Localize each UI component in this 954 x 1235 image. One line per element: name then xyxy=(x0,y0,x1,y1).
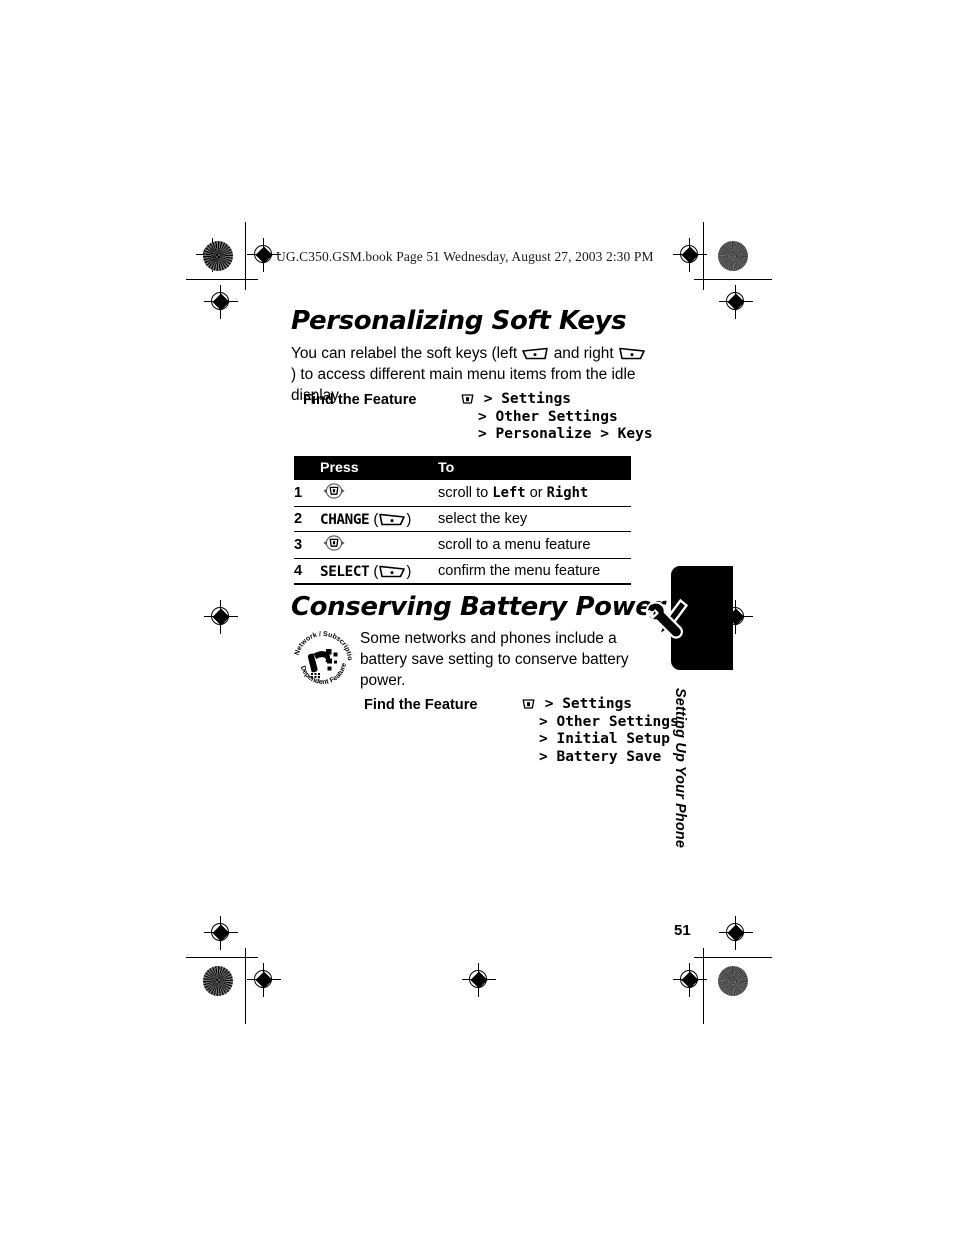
intro-text-part-2: and right xyxy=(549,345,618,362)
steps-table: Press To 1 scroll to Left or Right 2 CHA… xyxy=(294,456,631,585)
ff1-line-2: > Personalize > Keys xyxy=(460,426,653,444)
table-row: 3 scroll to a menu feature xyxy=(294,531,631,559)
registration-mark-upper-right xyxy=(719,285,753,319)
registration-mark-mid-left xyxy=(204,600,238,634)
halftone-target-top-right xyxy=(718,241,748,271)
find-the-feature-path-1: > Settings > Other Settings > Personaliz… xyxy=(460,391,653,444)
step-number: 4 xyxy=(294,558,320,585)
press-paren-open: ( xyxy=(369,562,379,580)
crop-line-bottom-left xyxy=(186,957,258,959)
step-number: 1 xyxy=(294,480,320,507)
step-to-cell: scroll to Left or Right xyxy=(438,480,631,507)
ff2-path-line-4-text: > Battery Save xyxy=(539,748,662,765)
registration-mark-lower-right xyxy=(719,916,753,950)
find-the-feature-label-2: Find the Feature xyxy=(364,697,478,713)
left-soft-key-icon xyxy=(521,347,549,360)
ff2-line-0: > Settings xyxy=(521,696,679,714)
table-row: 2 CHANGE ( ) select the key xyxy=(294,506,631,532)
crop-line-top-right xyxy=(694,279,772,281)
halftone-target-bottom-right xyxy=(718,966,748,996)
step-to-cell: select the key xyxy=(438,506,631,532)
table-header-row: Press To xyxy=(294,456,631,480)
step-to-cell: confirm the menu feature xyxy=(438,558,631,585)
crop-line-left-top xyxy=(245,222,247,290)
step-to-pre: confirm the menu feature xyxy=(438,563,601,579)
badge-text-bottom: Dependent Feature xyxy=(299,662,348,686)
press-paren-open: ( xyxy=(369,510,379,528)
ff1-path-line-1-text: > Settings xyxy=(483,391,572,407)
ff1-path-line-2-text: > Other Settings xyxy=(478,408,618,425)
crop-line-bottom-right xyxy=(694,957,772,959)
press-paren-close: ) xyxy=(406,510,412,528)
press-label: CHANGE xyxy=(320,511,370,528)
crop-line-top-left xyxy=(186,279,258,281)
halftone-target-bottom-left xyxy=(203,966,233,996)
page-number: 51 xyxy=(674,922,691,939)
find-the-feature-label-1: Find the Feature xyxy=(303,392,417,408)
network-subscription-dependent-feature-icon: Network / Subscription Dependent Feature xyxy=(289,622,355,691)
step-to-mono-2: Right xyxy=(546,485,589,501)
step-to-mid: or xyxy=(525,485,547,501)
battery-save-note: Some networks and phones include a batte… xyxy=(360,630,629,689)
halftone-target-top-left xyxy=(203,241,233,271)
ff1-path-line-3-text: > Personalize > Keys xyxy=(478,426,653,443)
crop-line-right-bottom xyxy=(703,948,705,1024)
ff2-line-1: > Other Settings xyxy=(521,714,679,732)
manual-page: UG.C350.GSM.book Page 51 Wednesday, Augu… xyxy=(0,0,954,1235)
step-number: 3 xyxy=(294,531,320,559)
step-to-pre: scroll to a menu feature xyxy=(438,537,591,553)
registration-mark-bottom-left xyxy=(247,963,281,997)
page-title-conserving-battery-power: Conserving Battery Power xyxy=(291,592,665,622)
step-number: 2 xyxy=(294,506,320,532)
menu-key-icon xyxy=(460,393,475,405)
crop-line-right-top xyxy=(703,222,705,290)
right-soft-key-icon xyxy=(618,347,646,360)
registration-mark-bottom-center-left xyxy=(462,963,496,997)
ff1-line-1: > Other Settings xyxy=(460,409,653,427)
step-to-cell: scroll to a menu feature xyxy=(438,531,631,559)
intro-text-part-1: You can relabel the soft keys (left xyxy=(291,345,522,362)
nav-key-icon xyxy=(320,534,348,552)
ff2-line-2: > Initial Setup xyxy=(521,731,679,749)
table-row: 4 SELECT ( ) confirm the menu feature xyxy=(294,558,631,585)
table-header-to: To xyxy=(438,456,631,480)
step-to-pre: scroll to xyxy=(438,485,493,501)
ff2-path-line-1-text: > Settings xyxy=(544,696,633,712)
step-press-cell xyxy=(320,480,438,507)
press-label: SELECT xyxy=(320,563,370,580)
table-header-press: Press xyxy=(320,456,438,480)
ff2-path-line-2-text: > Other Settings xyxy=(539,713,679,730)
right-soft-key-icon xyxy=(378,565,406,578)
registration-mark-top-right-inner xyxy=(673,238,707,272)
find-the-feature-path-2: > Settings > Other Settings > Initial Se… xyxy=(521,696,679,766)
menu-key-icon xyxy=(521,698,536,710)
book-header-line: UG.C350.GSM.book Page 51 Wednesday, Augu… xyxy=(276,249,654,264)
step-press-cell xyxy=(320,531,438,559)
table-header-blank xyxy=(294,456,320,480)
press-paren-close: ) xyxy=(406,562,412,580)
ff2-line-3: > Battery Save xyxy=(521,749,679,767)
step-press-cell: SELECT ( ) xyxy=(320,558,438,585)
ff1-line-0: > Settings xyxy=(460,391,653,409)
registration-mark-upper-left xyxy=(204,285,238,319)
nav-key-icon xyxy=(320,482,348,500)
step-to-pre: select the key xyxy=(438,511,528,527)
svg-text:Dependent Feature: Dependent Feature xyxy=(299,662,348,686)
registration-mark-bottom-right-inner xyxy=(673,963,707,997)
step-to-mono-1: Left xyxy=(492,485,526,501)
ff2-path-line-3-text: > Initial Setup xyxy=(539,731,670,748)
table-row: 1 scroll to Left or Right xyxy=(294,480,631,507)
step-press-cell: CHANGE ( ) xyxy=(320,506,438,532)
registration-mark-lower-left xyxy=(204,916,238,950)
right-soft-key-icon xyxy=(378,513,406,526)
page-title-personalizing-soft-keys: Personalizing Soft Keys xyxy=(291,306,627,336)
crop-line-left-bottom xyxy=(245,948,247,1024)
